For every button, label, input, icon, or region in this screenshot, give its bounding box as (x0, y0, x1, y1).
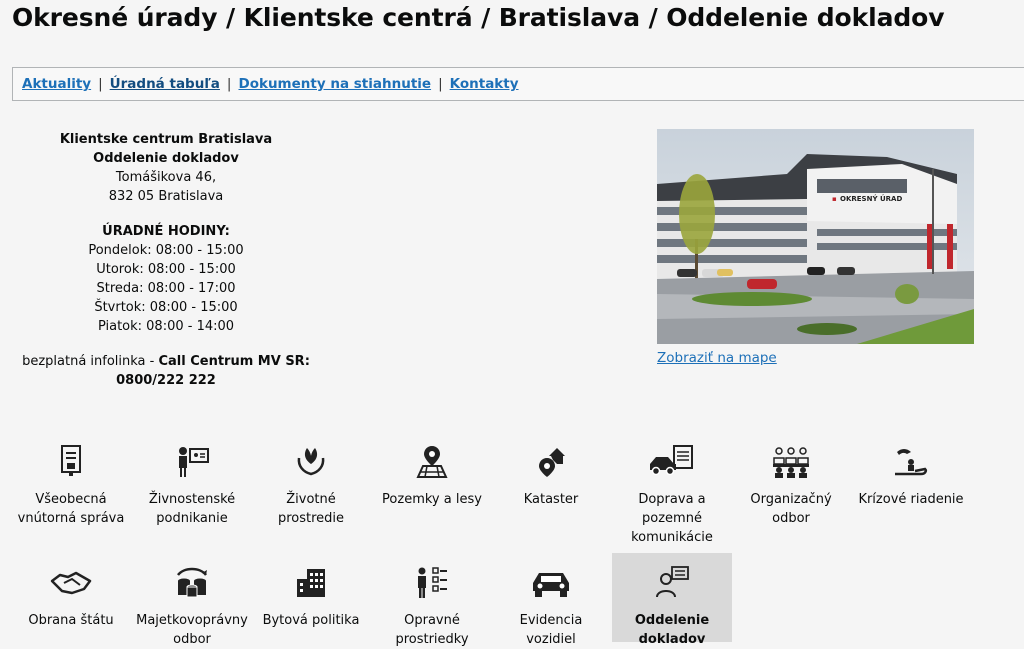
office-department: Oddelenie dokladov (93, 151, 239, 166)
tile-majetkovopravny-odbor[interactable]: Majetkovoprávny odbor (134, 553, 250, 649)
tile-label: Kataster (523, 492, 579, 507)
trade-license-icon (134, 432, 250, 478)
tile-vseobecna-vnutorna-sprava[interactable]: Všeobecná vnútorná správa (13, 432, 129, 528)
tile-label: Obrana štátu (28, 613, 114, 628)
tab-navigation: Aktuality | Úradná tabuľa | Dokumenty na… (12, 67, 1024, 101)
tile-bytova-politika[interactable]: Bytová politika (253, 553, 369, 630)
hours-wednesday: Streda: 08:00 - 17:00 (96, 281, 236, 296)
infoline-prefix: bezplatná infolinka - (22, 354, 159, 369)
tile-kataster[interactable]: Kataster (493, 432, 609, 509)
tile-label: Všeobecná vnútorná správa (17, 492, 125, 526)
tile-organizacny-odbor[interactable]: Organizačný odbor (733, 432, 849, 528)
hours-friday: Piatok: 08:00 - 14:00 (97, 319, 235, 334)
group-icon (733, 432, 849, 478)
handshake-icon (13, 553, 129, 599)
infoline-number: 0800/222 222 (116, 373, 216, 388)
tile-krizove-riadenie[interactable]: Krízové riadenie (853, 432, 969, 509)
page-title: Okresné úrady / Klientske centrá / Brati… (12, 3, 945, 32)
show-on-map-link[interactable]: Zobraziť na mape (657, 350, 777, 366)
tile-label: Organizačný odbor (750, 492, 832, 526)
tile-zivotne-prostredie[interactable]: Životné prostredie (253, 432, 369, 528)
tab-separator: | (98, 76, 103, 92)
tile-obrana-statu[interactable]: Obrana štátu (13, 553, 129, 630)
building-icon (253, 553, 369, 599)
tab-separator: | (438, 76, 443, 92)
office-building-photo: ▪ OKRESNÝ ÚRAD (657, 129, 974, 344)
tile-oddelenie-dokladov[interactable]: Oddelenie dokladov (612, 553, 732, 647)
tile-label: Pozemky a lesy (382, 492, 482, 507)
tile-label: Živnostenské podnikanie (148, 492, 236, 526)
car-document-icon (614, 432, 730, 478)
hours-title: ÚRADNÉ HODINY: (102, 224, 230, 239)
hours-monday: Pondelok: 08:00 - 15:00 (88, 243, 244, 258)
svg-text:▪: ▪ (832, 195, 837, 203)
tile-opravne-prostriedky[interactable]: Opravné prostriedky (374, 553, 490, 649)
building-sign: OKRESNÝ ÚRAD (840, 194, 902, 203)
tile-label: Majetkovoprávny odbor (136, 613, 248, 647)
tile-zivnostenske-podnikanie[interactable]: Živnostenské podnikanie (134, 432, 250, 528)
tile-label: Krízové riadenie (858, 492, 964, 507)
tile-label: Životné prostredie (277, 492, 345, 526)
tile-evidencia-vozidiel[interactable]: Evidencia vozidiel (493, 553, 609, 649)
tab-uradna-tabula[interactable]: Úradná tabuľa (110, 76, 220, 92)
tab-dokumenty[interactable]: Dokumenty na stiahnutie (238, 76, 431, 92)
infoline: bezplatná infolinka - Call Centrum MV SR… (16, 352, 316, 371)
tab-aktuality[interactable]: Aktuality (22, 76, 91, 92)
tab-separator: | (226, 76, 232, 92)
person-checklist-icon (374, 553, 490, 599)
tile-label: Opravné prostriedky (395, 613, 469, 647)
leaf-hands-icon (253, 432, 369, 478)
house-pin-icon (493, 432, 609, 478)
hands-person-icon (853, 432, 969, 478)
car-icon (493, 553, 609, 599)
land-pin-icon (374, 432, 490, 478)
tab-kontakty[interactable]: Kontakty (450, 76, 519, 92)
tile-pozemky-a-lesy[interactable]: Pozemky a lesy (374, 432, 490, 509)
document-stamp-icon (13, 432, 129, 478)
infoline-name: Call Centrum MV SR: (158, 354, 310, 369)
hours-thursday: Štvrtok: 08:00 - 15:00 (94, 300, 238, 315)
hours-tuesday: Utorok: 08:00 - 15:00 (96, 262, 236, 277)
tile-label: Bytová politika (262, 613, 360, 628)
coins-icon (134, 553, 250, 599)
office-city: 832 05 Bratislava (108, 189, 224, 204)
person-id-icon (612, 553, 732, 599)
tile-label: Evidencia vozidiel (519, 613, 583, 647)
tile-label: Doprava a pozemné komunikácie (631, 492, 713, 545)
office-info: Klientske centrum Bratislava Oddelenie d… (16, 130, 316, 390)
tile-doprava[interactable]: Doprava a pozemné komunikácie (614, 432, 730, 547)
office-street: Tomášikova 46, (115, 170, 217, 185)
office-name: Klientske centrum Bratislava (59, 132, 273, 147)
tile-label: Oddelenie dokladov (634, 613, 710, 647)
